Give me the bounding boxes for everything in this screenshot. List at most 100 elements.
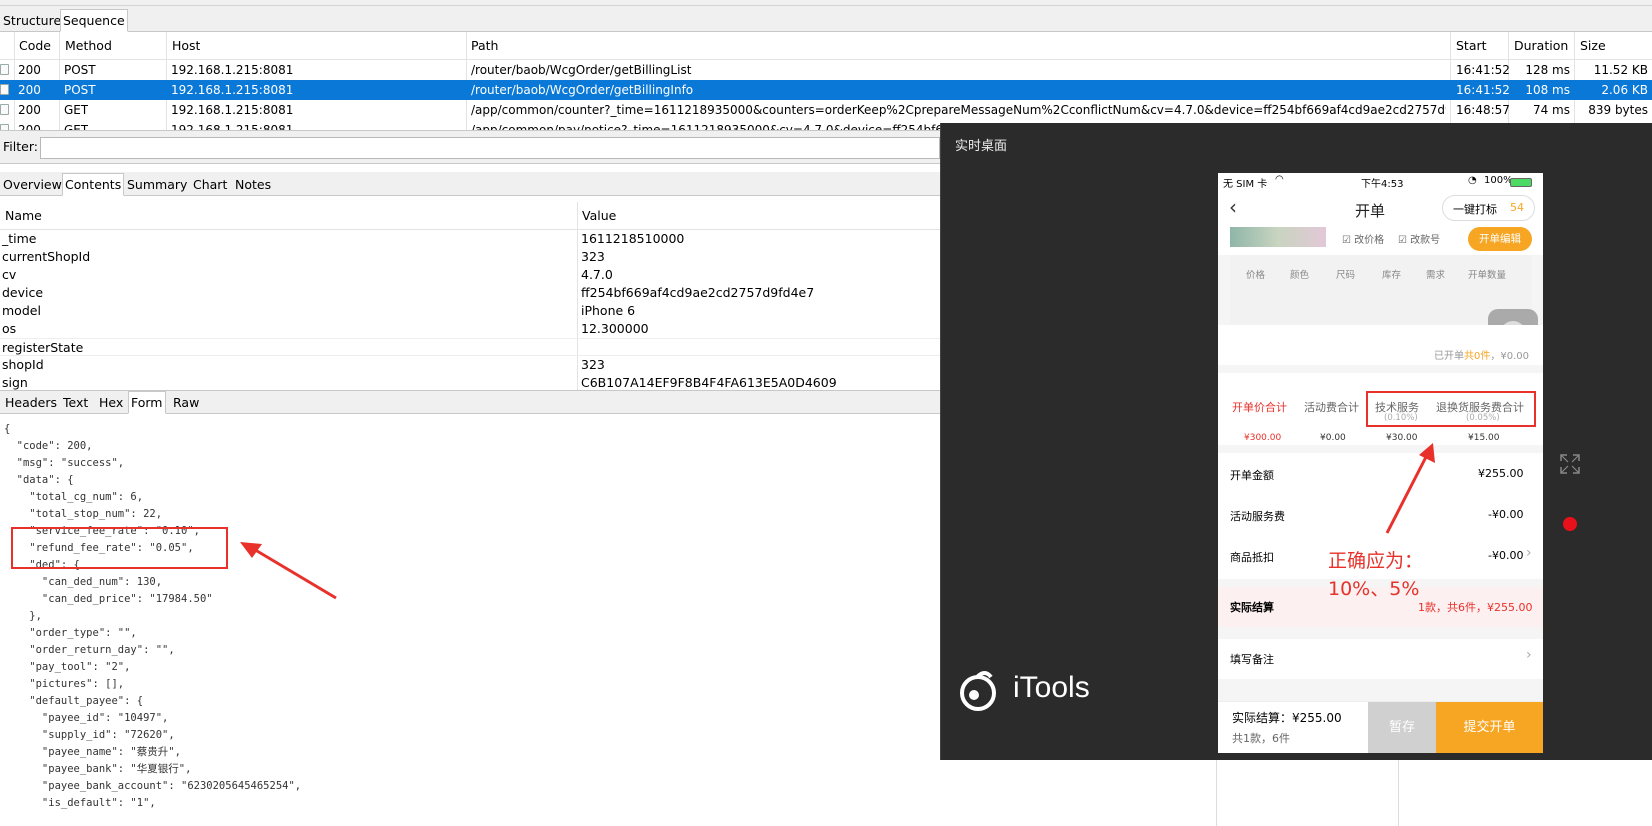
col-path[interactable]: Path: [471, 32, 498, 60]
json-line: },: [4, 610, 42, 622]
json-line: "code": 200,: [4, 440, 93, 452]
tab-notes[interactable]: Notes: [232, 173, 274, 196]
json-line: {: [4, 423, 11, 435]
json-line: "is_default": "1",: [4, 797, 156, 809]
save-draft-button[interactable]: 暂存: [1368, 702, 1436, 753]
highlight-box-phone: [1366, 391, 1536, 427]
params-table: _time 1611218510000 currentShopId 323 cv 4.…: [0, 230, 940, 390]
tab-hex[interactable]: Hex: [96, 391, 126, 414]
battery-percent: 100%: [1484, 175, 1513, 186]
status-bar: 无 SIM 卡 ◠ 下午4:53 ◔ 100%: [1218, 173, 1543, 191]
carrier-label: 无 SIM 卡: [1223, 179, 1268, 190]
live-desktop-window[interactable]: 实时桌面 无 SIM 卡 ◠ 下午4:53 ◔ 100% ‹ 开单 一键打标 5…: [940, 123, 1652, 760]
params-header: Name Value: [0, 202, 940, 230]
json-line: "msg": "success",: [4, 457, 125, 469]
table-row[interactable]: device ff254bf669af4cd9ae2cd2757d9fd4e7: [0, 284, 940, 302]
json-line: "supply_id": "72620",: [4, 729, 175, 741]
edit-order-button[interactable]: 开单编辑: [1468, 227, 1532, 251]
fee-summary: 开单价合计 ¥300.00 活动费合计 ¥0.00 技术服务 (0.10%) ¥…: [1218, 373, 1543, 445]
arrow-annotation-phone: [1385, 443, 1435, 534]
divider: [1216, 760, 1217, 826]
correction-annotation: 正确应为： 10%、5%: [1328, 550, 1424, 600]
tab-contents[interactable]: Contents: [62, 173, 125, 196]
table-row-selected[interactable]: 200 POST 192.168.1.215:8081 /router/baob…: [0, 80, 1652, 100]
count-badge: 54: [1510, 201, 1524, 214]
product-edit-row: ☑ 改价格 ☑ 改款号 开单编辑: [1218, 227, 1543, 255]
tab-text[interactable]: Text: [60, 391, 91, 414]
wifi-icon: ◠: [1275, 174, 1284, 185]
remark-row[interactable]: 填写备注 ›: [1218, 639, 1543, 679]
json-line: "pay_tool": "2",: [4, 661, 131, 673]
request-icon: [0, 64, 9, 75]
table-row[interactable]: _time 1611218510000: [0, 230, 940, 248]
nav-bar: ‹ 开单 一键打标 54: [1218, 191, 1543, 227]
tab-chart[interactable]: Chart: [190, 173, 230, 196]
col-value[interactable]: Value: [582, 202, 616, 230]
footer-bar: 实际结算：¥255.00 共1款，6件 暂存 提交开单: [1218, 701, 1543, 753]
tab-headers[interactable]: Headers: [2, 391, 60, 414]
json-line: "order_return_day": "",: [4, 644, 175, 656]
col-host[interactable]: Host: [172, 32, 200, 60]
tab-overview[interactable]: Overview: [0, 173, 65, 196]
table-row[interactable]: 200 GET 192.168.1.215:8081 /app/common/c…: [0, 100, 1652, 120]
col-duration[interactable]: Duration: [1514, 32, 1568, 60]
json-line: "payee_bank": "华夏银行",: [4, 763, 192, 775]
background-pane: [1216, 760, 1652, 826]
status-time: 下午4:53: [1361, 179, 1404, 190]
col-method[interactable]: Method: [65, 32, 112, 60]
window-title: 实时桌面: [955, 139, 1008, 154]
request-icon: [0, 104, 9, 115]
json-line: "payee_name": "蔡贵升",: [4, 746, 181, 758]
table-row[interactable]: model iPhone 6: [0, 302, 940, 320]
json-response: { "code": 200, "msg": "success", "data":…: [0, 421, 940, 826]
table-row[interactable]: registerState: [0, 338, 940, 356]
json-line: "can_ded_num": 130,: [4, 576, 163, 588]
highlight-box-json: [11, 527, 228, 569]
sequence-header: Code Method Host Path Start Duration Siz…: [0, 32, 1652, 60]
json-line: "total_cg_num": 6,: [4, 491, 144, 503]
chevron-right-icon: ›: [1526, 647, 1532, 663]
tab-form[interactable]: Form: [128, 391, 166, 414]
table-row[interactable]: cv 4.7.0: [0, 266, 940, 284]
tab-raw[interactable]: Raw: [170, 391, 202, 414]
itools-brand: iTools: [1013, 671, 1090, 704]
filter-input[interactable]: [40, 137, 940, 159]
json-line: "data": {: [4, 474, 74, 486]
arrow-annotation-json: [240, 542, 337, 600]
json-line: "payee_id": "10497",: [4, 712, 169, 724]
table-row[interactable]: os 12.300000: [0, 320, 940, 338]
table-row[interactable]: currentShopId 323: [0, 248, 940, 266]
table-row[interactable]: 200 POST 192.168.1.215:8081 /router/baob…: [0, 60, 1652, 80]
back-icon[interactable]: ‹: [1229, 195, 1237, 219]
record-indicator[interactable]: [1563, 517, 1577, 531]
json-line: "pictures": [],: [4, 678, 125, 690]
itools-logo-icon: [960, 671, 996, 711]
tab-summary[interactable]: Summary: [124, 173, 190, 196]
battery-icon: [1510, 178, 1532, 187]
edit-price-link[interactable]: ☑ 改价格: [1342, 231, 1384, 246]
col-name[interactable]: Name: [5, 202, 42, 230]
json-line: "default_payee": {: [4, 695, 144, 707]
sequence-table: Code Method Host Path Start Duration Siz…: [0, 32, 1652, 130]
tab-sequence[interactable]: Sequence: [60, 9, 128, 32]
rotation-lock-icon: ◔: [1468, 175, 1477, 186]
tab-structure[interactable]: Structure: [0, 9, 64, 32]
chevron-right-icon[interactable]: ›: [1526, 545, 1532, 561]
col-start[interactable]: Start: [1456, 32, 1487, 60]
product-thumbnail: [1230, 227, 1326, 247]
opened-summary: 已开单共0件，¥0.00: [1218, 325, 1543, 365]
edit-sku-link[interactable]: ☑ 改款号: [1398, 231, 1440, 246]
table-row[interactable]: shopId 323: [0, 356, 940, 374]
fullscreen-icon[interactable]: [1559, 453, 1581, 475]
json-line: "payee_bank_account": "6230205645465254"…: [4, 780, 302, 792]
filter-bar: Filter:: [0, 130, 940, 164]
nav-title: 开单: [1355, 202, 1386, 220]
filter-label: Filter:: [3, 139, 38, 154]
divider: [1398, 760, 1399, 826]
col-code[interactable]: Code: [19, 32, 51, 60]
json-line: "order_type": "",: [4, 627, 137, 639]
sku-table: 价格 颜色 尺码 库存 需求 开单数量: [1230, 255, 1532, 325]
col-size[interactable]: Size: [1580, 32, 1606, 60]
quick-label-button[interactable]: 一键打标 54: [1442, 195, 1535, 221]
submit-order-button[interactable]: 提交开单: [1436, 702, 1543, 753]
